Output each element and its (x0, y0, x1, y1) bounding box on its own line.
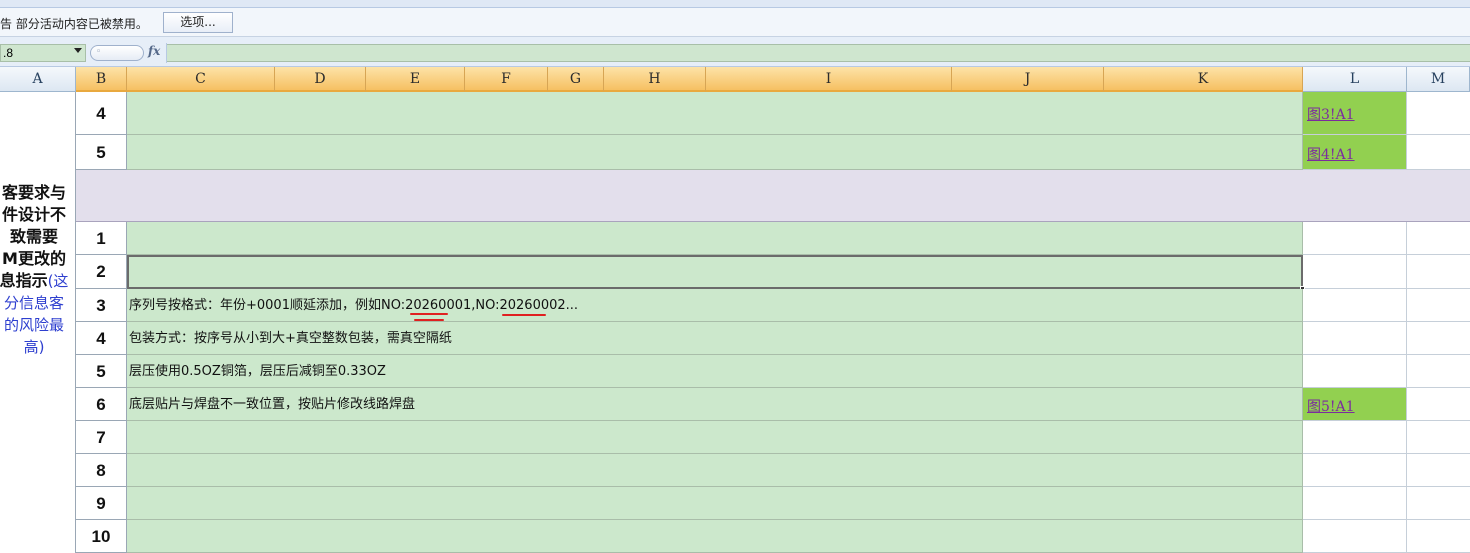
empty-cell[interactable] (1407, 222, 1470, 255)
column-header-f[interactable]: F (465, 67, 548, 92)
empty-cell[interactable] (1407, 135, 1470, 170)
column-header-b[interactable]: B (76, 67, 127, 92)
row-number-cell[interactable]: 1 (76, 222, 127, 255)
content-cell[interactable] (127, 520, 1303, 553)
column-header-g[interactable]: G (548, 67, 604, 92)
name-box-dropdown-icon[interactable] (74, 48, 82, 53)
empty-cell[interactable] (1303, 255, 1407, 289)
empty-cell[interactable] (1407, 520, 1470, 553)
hyperlink-cell[interactable]: 图3!A1 (1303, 92, 1407, 135)
security-message-text: 告 部分活动内容已被禁用。 (0, 17, 148, 31)
empty-cell[interactable] (1303, 289, 1407, 322)
empty-cell[interactable] (1303, 520, 1407, 553)
content-cell[interactable] (127, 222, 1303, 255)
formula-bar: .8 ◦ fx (0, 37, 1470, 67)
row-number-cell[interactable]: 5 (76, 355, 127, 388)
empty-cell[interactable] (1303, 355, 1407, 388)
row-number-cell[interactable]: 8 (76, 454, 127, 487)
row-number-cell[interactable]: 5 (76, 135, 127, 170)
row-number-cell[interactable]: 2 (76, 255, 127, 289)
empty-cell[interactable] (1407, 289, 1470, 322)
empty-cell[interactable] (1407, 421, 1470, 454)
column-header-j[interactable]: J (952, 67, 1104, 92)
column-header-l[interactable]: L (1303, 67, 1407, 92)
title-strip (0, 0, 1470, 8)
annotation-underline (414, 319, 444, 321)
section-divider-row[interactable] (76, 170, 1470, 222)
circle-icon: ◦ (96, 47, 102, 57)
content-cell[interactable]: 序列号按格式：年份+0001顺延添加，例如NO:20260001,NO:2026… (127, 289, 1303, 322)
annotation-underline (502, 314, 546, 316)
security-message-bar: 告 部分活动内容已被禁用。 选项... (0, 8, 1470, 37)
active-cell[interactable] (127, 255, 1303, 289)
column-header-a[interactable]: A (0, 67, 76, 92)
hyperlink-fig4[interactable]: 图4!A1 (1307, 144, 1355, 164)
empty-cell[interactable] (1407, 92, 1470, 135)
column-header-m[interactable]: M (1407, 67, 1470, 92)
empty-cell[interactable] (1303, 421, 1407, 454)
content-cell[interactable]: 底层贴片与焊盘不一致位置，按贴片修改线路焊盘 (127, 388, 1303, 421)
content-cell[interactable] (127, 454, 1303, 487)
annotation-underline (410, 313, 448, 315)
content-cell[interactable] (127, 487, 1303, 520)
row-number-cell[interactable]: 6 (76, 388, 127, 421)
empty-cell[interactable] (1407, 322, 1470, 355)
name-box[interactable]: .8 (0, 44, 86, 62)
column-header-c[interactable]: C (127, 67, 275, 92)
empty-cell[interactable] (1303, 322, 1407, 355)
column-header-e[interactable]: E (366, 67, 465, 92)
row-number-cell[interactable]: 9 (76, 487, 127, 520)
hyperlink-cell[interactable]: 图4!A1 (1303, 135, 1407, 170)
merged-cell-a[interactable]: 客要求与 件设计不 致需要 M更改的 息指示(这 分信息客 的风险最 高) (0, 92, 76, 553)
empty-cell[interactable] (1303, 222, 1407, 255)
row-number-cell[interactable]: 7 (76, 421, 127, 454)
empty-cell[interactable] (1407, 255, 1470, 289)
content-cell[interactable] (127, 92, 1303, 135)
requirement-note: 客要求与 件设计不 致需要 M更改的 息指示(这 分信息客 的风险最 高) (0, 183, 69, 356)
row-number-cell[interactable]: 4 (76, 92, 127, 135)
row-number-cell[interactable]: 4 (76, 322, 127, 355)
hyperlink-fig3[interactable]: 图3!A1 (1307, 104, 1355, 124)
content-cell[interactable] (127, 135, 1303, 170)
empty-cell[interactable] (1303, 487, 1407, 520)
options-button[interactable]: 选项... (163, 12, 233, 33)
empty-cell[interactable] (1407, 454, 1470, 487)
empty-cell[interactable] (1303, 454, 1407, 487)
column-header-k[interactable]: K (1104, 67, 1303, 92)
insert-function-icon[interactable]: fx (148, 44, 160, 58)
hyperlink-fig5[interactable]: 图5!A1 (1307, 396, 1355, 416)
column-header-i[interactable]: I (706, 67, 952, 92)
content-cell[interactable]: 包装方式：按序号从小到大+真空整数包装，需真空隔纸 (127, 322, 1303, 355)
worksheet-grid[interactable]: 客要求与 件设计不 致需要 M更改的 息指示(这 分信息客 的风险最 高) 4 … (0, 92, 1470, 553)
hyperlink-cell[interactable]: 图5!A1 (1303, 388, 1407, 421)
empty-cell[interactable] (1407, 388, 1470, 421)
row-number-cell[interactable]: 10 (76, 520, 127, 553)
column-header-h[interactable]: H (604, 67, 706, 92)
content-cell[interactable] (127, 421, 1303, 454)
empty-cell[interactable] (1407, 355, 1470, 388)
empty-cell[interactable] (1407, 487, 1470, 520)
content-cell[interactable]: 层压使用0.5OZ铜箔，层压后减铜至0.33OZ (127, 355, 1303, 388)
formula-bar-expand-control[interactable]: ◦ (90, 45, 144, 61)
column-header-d[interactable]: D (275, 67, 366, 92)
formula-input[interactable] (167, 44, 1470, 62)
column-header-row: A B C D E F G H I J K L M (0, 67, 1470, 92)
row-number-cell[interactable]: 3 (76, 289, 127, 322)
